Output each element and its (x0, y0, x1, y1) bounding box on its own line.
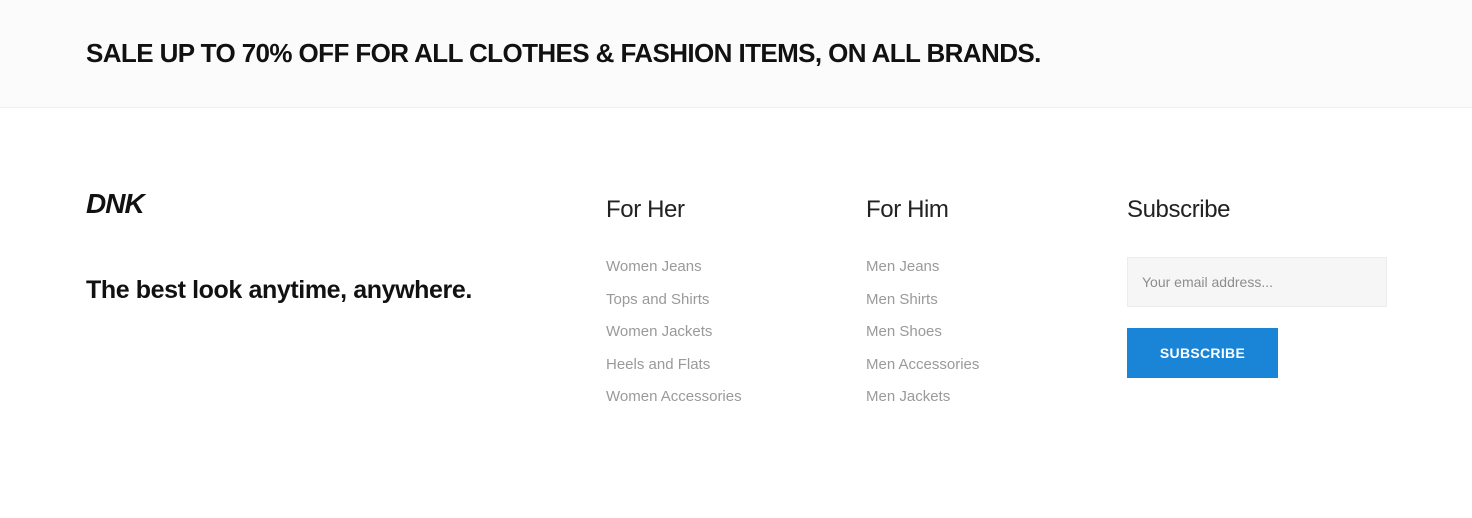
list-item: Men Shoes (866, 322, 979, 355)
for-her-column: For Her Women Jeans Tops and Shirts Wome… (606, 196, 742, 420)
for-him-links: Men Jeans Men Shirts Men Shoes Men Acces… (866, 257, 979, 420)
list-item: Men Jackets (866, 387, 979, 420)
list-item: Men Accessories (866, 355, 979, 388)
footer-link-men-shirts[interactable]: Men Shirts (866, 291, 938, 308)
list-item: Men Jeans (866, 257, 979, 290)
footer-link-women-accessories[interactable]: Women Accessories (606, 388, 742, 405)
list-item: Heels and Flats (606, 355, 742, 388)
footer-link-heels-and-flats[interactable]: Heels and Flats (606, 356, 710, 373)
sale-banner-text: SALE UP TO 70% OFF FOR ALL CLOTHES & FAS… (86, 38, 1041, 68)
list-item: Tops and Shirts (606, 290, 742, 323)
brand-tagline: The best look anytime, anywhere. (86, 276, 472, 304)
subscribe-button[interactable]: SUBSCRIBE (1127, 328, 1278, 378)
subscribe-title: Subscribe (1127, 196, 1231, 223)
footer-link-tops-and-shirts[interactable]: Tops and Shirts (606, 291, 709, 308)
list-item: Men Shirts (866, 290, 979, 323)
for-her-title: For Her (606, 196, 685, 223)
footer-link-men-jackets[interactable]: Men Jackets (866, 388, 950, 405)
list-item: Women Accessories (606, 387, 742, 420)
site-footer: DNK The best look anytime, anywhere. For… (0, 108, 1472, 518)
for-her-links: Women Jeans Tops and Shirts Women Jacket… (606, 257, 742, 420)
for-him-column: For Him Men Jeans Men Shirts Men Shoes M… (866, 196, 979, 420)
list-item: Women Jeans (606, 257, 742, 290)
brand-logo[interactable]: DNK (86, 188, 145, 220)
email-field[interactable] (1127, 257, 1387, 307)
subscribe-column: Subscribe SUBSCRIBE (1127, 196, 1387, 378)
footer-link-men-shoes[interactable]: Men Shoes (866, 323, 942, 340)
footer-link-women-jackets[interactable]: Women Jackets (606, 323, 712, 340)
for-him-title: For Him (866, 196, 949, 223)
sale-banner: SALE UP TO 70% OFF FOR ALL CLOTHES & FAS… (0, 0, 1472, 108)
list-item: Women Jackets (606, 322, 742, 355)
footer-link-women-jeans[interactable]: Women Jeans (606, 258, 702, 275)
footer-link-men-accessories[interactable]: Men Accessories (866, 356, 979, 373)
footer-link-men-jeans[interactable]: Men Jeans (866, 258, 939, 275)
